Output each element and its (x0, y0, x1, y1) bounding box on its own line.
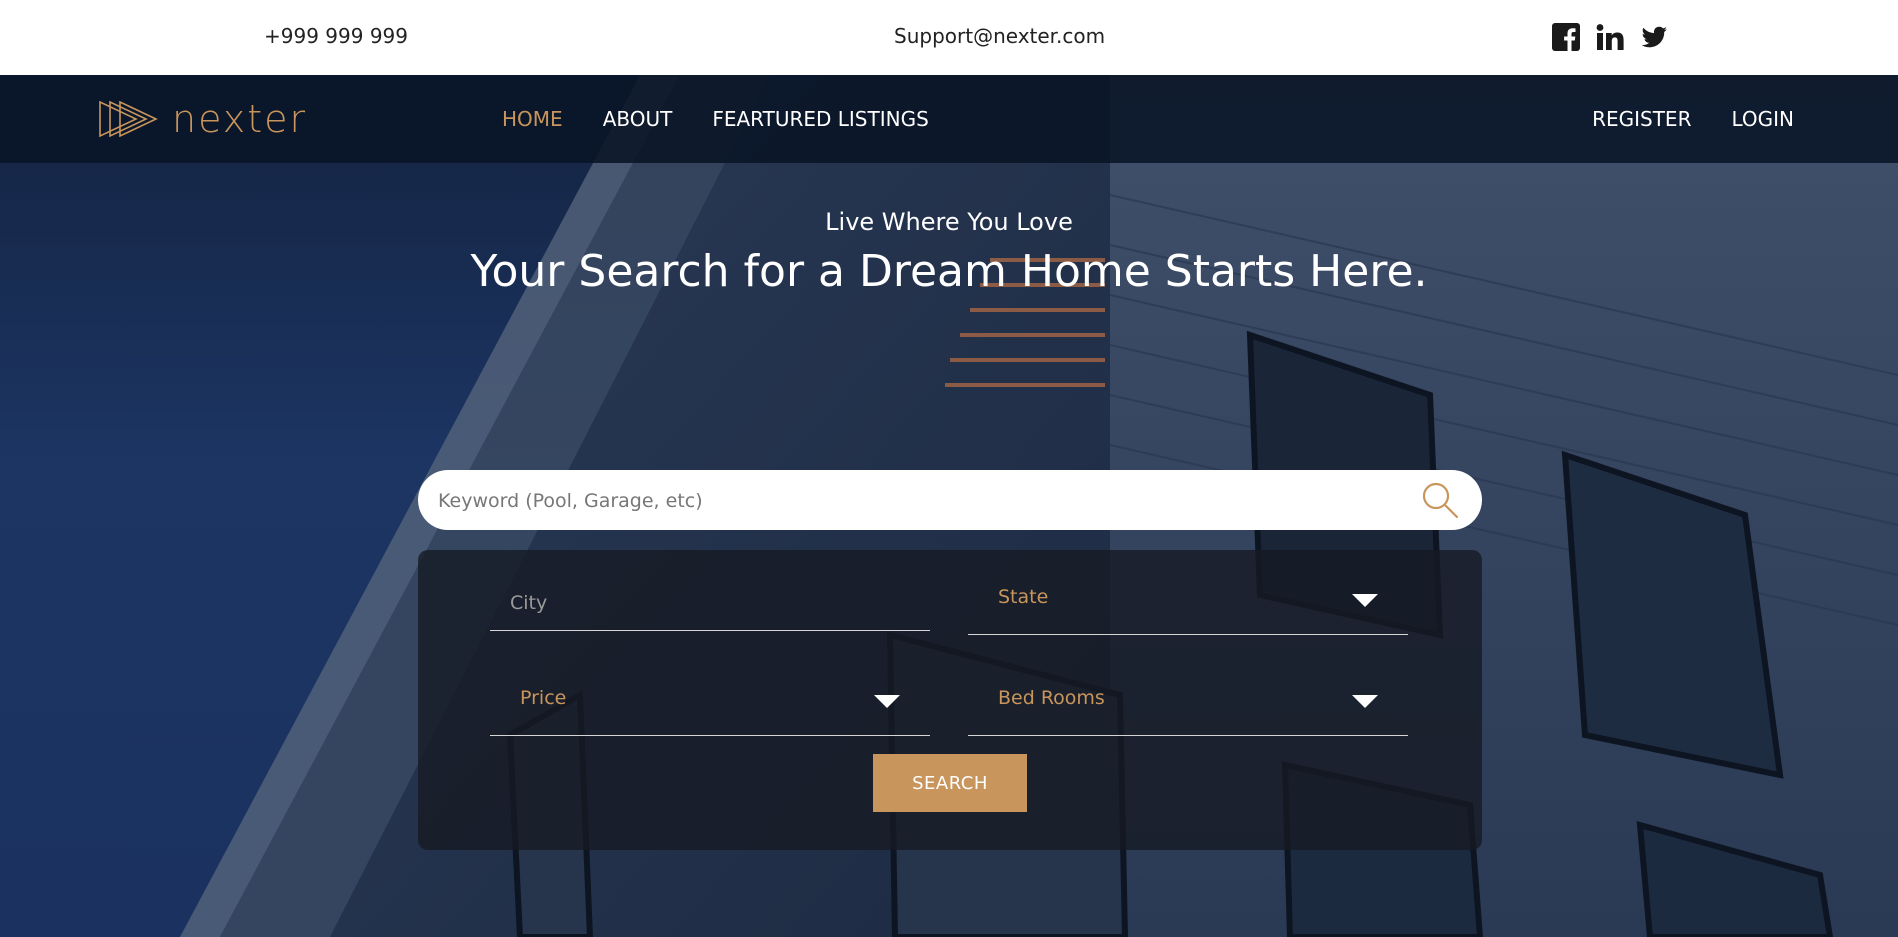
social-links (1551, 22, 1669, 52)
search-icon[interactable] (1420, 480, 1460, 520)
support-email[interactable]: Support@nexter.com (894, 24, 1105, 48)
price-select-label: Price (520, 687, 567, 709)
twitter-icon[interactable] (1639, 22, 1669, 52)
bedrooms-select-label: Bed Rooms (998, 687, 1105, 709)
state-select[interactable]: State (968, 576, 1408, 635)
chevron-down-icon (1352, 594, 1378, 607)
logo-text: nexter (172, 97, 308, 141)
hero-headline: Your Search for a Dream Home Starts Here… (470, 246, 1428, 297)
main-navbar: nexter HOME ABOUT FEARTURED LISTINGS REG… (0, 75, 1898, 163)
chevron-down-icon (1352, 695, 1378, 708)
keyword-input[interactable] (436, 470, 1400, 532)
state-select-label: State (998, 586, 1049, 608)
hero-tagline: Live Where You Love (825, 208, 1073, 236)
keyword-search-bar (418, 470, 1482, 532)
chevron-down-icon (874, 695, 900, 708)
top-bar: +999 999 999 Support@nexter.com (0, 0, 1898, 75)
register-link[interactable]: REGISTER (1592, 107, 1691, 131)
logo[interactable]: nexter (98, 97, 307, 141)
city-field (490, 572, 930, 631)
phone-number: +999 999 999 (264, 24, 408, 48)
nav-link-home[interactable]: HOME (502, 107, 563, 131)
logo-triangles-icon (99, 100, 158, 138)
account-nav: REGISTER LOGIN (1592, 107, 1794, 131)
nav-link-featured-listings[interactable]: FEARTURED LISTINGS (712, 107, 928, 131)
bedrooms-select[interactable]: Bed Rooms (968, 677, 1408, 736)
city-input[interactable] (508, 582, 912, 624)
nav-link-about[interactable]: ABOUT (603, 107, 673, 131)
search-button[interactable]: SEARCH (873, 754, 1027, 812)
facebook-icon[interactable] (1551, 22, 1581, 52)
search-filter-panel: State Price Bed Rooms SEARCH (418, 550, 1482, 850)
linkedin-icon[interactable] (1595, 22, 1625, 52)
price-select[interactable]: Price (490, 677, 930, 736)
primary-nav: HOME ABOUT FEARTURED LISTINGS (502, 107, 929, 131)
login-link[interactable]: LOGIN (1731, 107, 1794, 131)
